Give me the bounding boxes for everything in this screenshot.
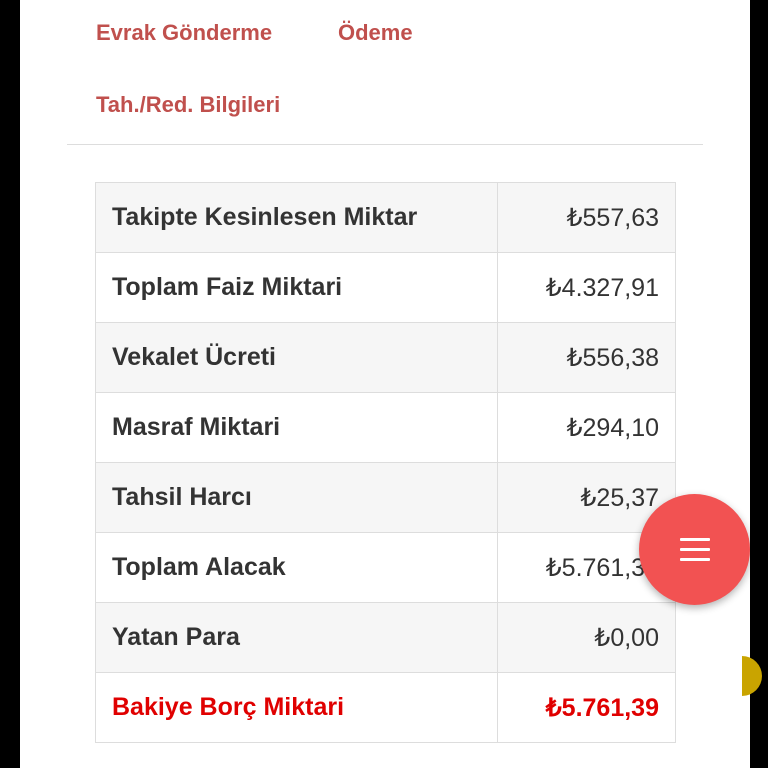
content-card: Evrak Gönderme Ödeme Tah./Red. Bilgileri… <box>20 0 750 768</box>
balance-value: ₺5.761,39 <box>497 672 676 743</box>
row-label: Tahsil Harcı <box>95 462 498 533</box>
table-row: Toplam Faiz Miktari ₺4.327,91 <box>95 252 676 323</box>
row-label: Yatan Para <box>95 602 498 673</box>
table-row: Tahsil Harcı ₺25,37 <box>95 462 676 533</box>
table-row: Masraf Miktari ₺294,10 <box>95 392 676 463</box>
row-label: Takipte Kesinlesen Miktar <box>95 182 498 253</box>
row-value: ₺4.327,91 <box>497 252 676 323</box>
partial-floating-button[interactable] <box>742 656 762 696</box>
tab-tahsilat-red-bilgileri[interactable]: Tah./Red. Bilgileri <box>96 92 280 118</box>
menu-icon <box>679 537 710 562</box>
row-label: Vekalet Ücreti <box>95 322 498 393</box>
table-row: Toplam Alacak ₺5.761,39 <box>95 532 676 603</box>
menu-fab-button[interactable] <box>639 494 750 605</box>
row-value: ₺294,10 <box>497 392 676 463</box>
row-value: ₺556,38 <box>497 322 676 393</box>
app-screen: Evrak Gönderme Ödeme Tah./Red. Bilgileri… <box>0 0 768 768</box>
row-value: ₺0,00 <box>497 602 676 673</box>
table-row: Takipte Kesinlesen Miktar ₺557,63 <box>95 182 676 253</box>
tabs-divider <box>67 144 703 145</box>
table-row: Yatan Para ₺0,00 <box>95 602 676 673</box>
row-label: Toplam Faiz Miktari <box>95 252 498 323</box>
table-row-balance: Bakiye Borç Miktari ₺5.761,39 <box>95 672 676 743</box>
table-row: Vekalet Ücreti ₺556,38 <box>95 322 676 393</box>
row-value: ₺557,63 <box>497 182 676 253</box>
row-label: Masraf Miktari <box>95 392 498 463</box>
debt-summary-table: Takipte Kesinlesen Miktar ₺557,63 Toplam… <box>95 182 676 743</box>
row-label: Toplam Alacak <box>95 532 498 603</box>
tab-odeme[interactable]: Ödeme <box>338 20 413 46</box>
tab-evrak-gonderme[interactable]: Evrak Gönderme <box>96 20 272 46</box>
balance-label: Bakiye Borç Miktari <box>95 672 498 743</box>
